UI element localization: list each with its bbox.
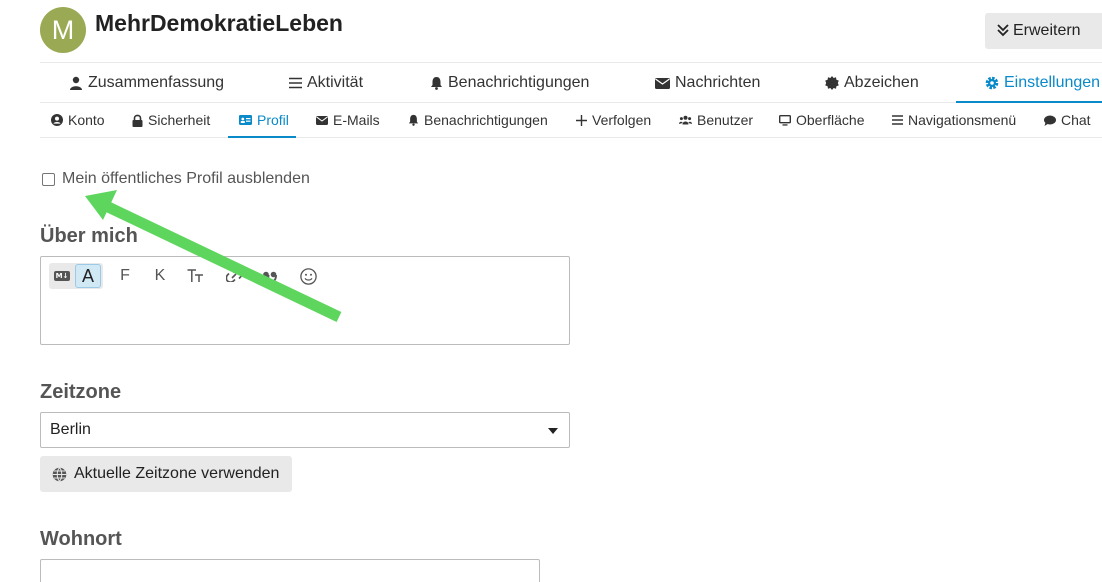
id-card-icon: [239, 115, 252, 125]
caret-down-icon: [548, 428, 558, 434]
active-subtab-indicator: [228, 136, 296, 138]
list-icon: [289, 77, 302, 89]
subtab-account[interactable]: Konto: [51, 103, 105, 137]
badge-icon: [825, 76, 839, 90]
lock-icon: [132, 114, 143, 127]
subtab-label: Benachrichtigungen: [424, 112, 548, 128]
desktop-icon: [779, 114, 791, 126]
link-icon: [226, 270, 242, 282]
expand-button[interactable]: Erweitern: [985, 13, 1102, 49]
main-nav: Zusammenfassung Aktivität Benachrichtigu…: [40, 62, 1102, 103]
quote-icon: [263, 271, 277, 282]
subtab-label: Navigationsmenü: [908, 112, 1017, 128]
italic-button[interactable]: K: [150, 263, 170, 289]
markdown-icon: M↓: [54, 271, 70, 281]
envelope-icon: [655, 77, 670, 89]
heading-button[interactable]: [185, 263, 207, 289]
bars-icon: [892, 115, 903, 125]
tab-activity[interactable]: Aktivität: [289, 63, 363, 103]
tab-messages[interactable]: Nachrichten: [655, 63, 760, 103]
double-chevron-down-icon: [997, 24, 1009, 37]
subtab-label: Sicherheit: [148, 112, 211, 128]
tab-label: Nachrichten: [675, 74, 761, 91]
tab-label: Benachrichtigungen: [448, 74, 590, 91]
gear-icon: [985, 76, 999, 90]
smile-icon: [299, 267, 317, 285]
quote-button[interactable]: [259, 263, 281, 289]
subtab-label: E-Mails: [333, 112, 380, 128]
use-current-timezone-label: Aktuelle Zeitzone verwenden: [74, 465, 280, 482]
subtab-security[interactable]: Sicherheit: [132, 103, 210, 137]
about-me-editor[interactable]: M↓ A F K: [40, 256, 570, 345]
plus-icon: [576, 114, 587, 126]
subtab-interface[interactable]: Oberfläche: [779, 103, 864, 137]
settings-sub-nav: Konto Sicherheit Profil E-Mails Benachri…: [40, 103, 1102, 138]
editor-mode-toggle[interactable]: M↓ A: [49, 263, 103, 289]
subtab-label: Oberfläche: [796, 112, 865, 128]
username: MehrDemokratieLeben: [95, 10, 343, 36]
user-circle-icon: [51, 114, 63, 126]
tab-label: Einstellungen: [1004, 74, 1101, 91]
bold-button[interactable]: F: [115, 263, 135, 289]
timezone-heading: Zeitzone: [40, 381, 122, 403]
location-input[interactable]: [40, 559, 540, 582]
tab-settings[interactable]: Einstellungen: [985, 63, 1100, 103]
subtab-navigation-menu[interactable]: Navigationsmenü: [892, 103, 1016, 137]
link-button[interactable]: [223, 263, 245, 289]
location-heading: Wohnort: [40, 528, 122, 550]
rich-text-icon: A: [75, 264, 101, 288]
use-current-timezone-button[interactable]: Aktuelle Zeitzone verwenden: [40, 456, 292, 492]
hide-profile-checkbox[interactable]: [42, 172, 55, 186]
tab-label: Abzeichen: [844, 74, 919, 91]
users-icon: [679, 115, 692, 125]
hide-profile-label[interactable]: Mein öffentliches Profil ausblenden: [62, 170, 310, 188]
envelope-icon: [316, 115, 328, 125]
tab-summary[interactable]: Zusammenfassung: [69, 63, 224, 103]
subtab-label: Konto: [68, 112, 105, 128]
timezone-select[interactable]: Berlin: [40, 412, 570, 448]
avatar[interactable]: M: [40, 7, 86, 53]
bell-icon: [408, 114, 419, 126]
timezone-value: Berlin: [50, 421, 91, 438]
tab-label: Aktivität: [307, 74, 364, 91]
user-icon: [70, 76, 82, 90]
subtab-label: Verfolgen: [592, 112, 652, 128]
text-size-icon: [187, 269, 203, 282]
about-me-heading: Über mich: [40, 225, 138, 247]
user-header: M MehrDemokratieLeben: [40, 7, 343, 53]
tab-badges[interactable]: Abzeichen: [825, 63, 919, 103]
subtab-profile[interactable]: Profil: [239, 103, 289, 137]
hide-profile-option[interactable]: Mein öffentliches Profil ausblenden: [42, 170, 310, 188]
expand-label: Erweitern: [1013, 22, 1081, 39]
editor-toolbar: M↓ A F K: [49, 263, 319, 289]
tab-notifications[interactable]: Benachrichtigungen: [430, 63, 589, 103]
subtab-follow[interactable]: Verfolgen: [576, 103, 651, 137]
subtab-users[interactable]: Benutzer: [679, 103, 753, 137]
globe-icon: [52, 466, 67, 482]
subtab-chat[interactable]: Chat: [1044, 103, 1091, 137]
emoji-button[interactable]: [297, 263, 319, 289]
subtab-emails[interactable]: E-Mails: [316, 103, 380, 137]
comment-icon: [1044, 115, 1056, 126]
subtab-label: Benutzer: [697, 112, 754, 128]
subtab-label: Profil: [257, 112, 289, 128]
tab-label: Zusammenfassung: [88, 74, 225, 91]
subtab-notifications[interactable]: Benachrichtigungen: [408, 103, 548, 137]
bell-icon: [431, 77, 442, 90]
subtab-label: Chat: [1061, 112, 1091, 128]
